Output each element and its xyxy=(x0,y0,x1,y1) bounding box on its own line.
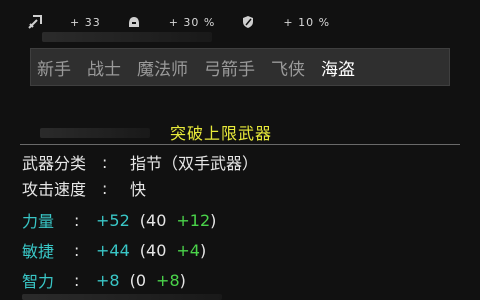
int-base: 0 xyxy=(135,270,147,290)
faded-text xyxy=(40,128,150,138)
attack-speed-label: 攻击速度 xyxy=(22,180,87,199)
int-label: 智力 xyxy=(22,272,55,291)
faded-text xyxy=(42,32,212,42)
str-label: 力量 xyxy=(22,212,55,231)
int-bonus: +8 xyxy=(156,270,180,290)
dex-base: 40 xyxy=(146,240,167,260)
stat-summary-row: + 33 + 30 % + 10 % xyxy=(28,12,356,32)
class-beginner: 新手 xyxy=(37,59,71,80)
attack-stat-value: + 33 xyxy=(70,15,101,29)
str-total: +52 xyxy=(96,210,130,230)
paren-close: ) xyxy=(179,270,186,290)
str-base: 40 xyxy=(146,210,167,230)
weapon-type-label: 武器分类 xyxy=(22,154,87,173)
defense-stat: + 10 % xyxy=(241,15,330,29)
faded-text xyxy=(22,294,222,300)
attack-speed-value: 快 xyxy=(130,180,147,199)
weapon-type-row: 武器分类 : 指节（双手武器） xyxy=(22,150,258,174)
class-thief: 飞侠 xyxy=(271,59,305,80)
defense-stat-value: + 10 % xyxy=(283,15,331,29)
class-warrior: 战士 xyxy=(87,59,121,80)
str-bonus: +12 xyxy=(176,210,211,230)
dex-total: +44 xyxy=(96,240,130,260)
helmet-stat-value: + 30 % xyxy=(168,15,216,29)
colon: : xyxy=(74,210,80,230)
colon: : xyxy=(74,270,80,290)
colon: : xyxy=(102,152,108,172)
class-pirate: 海盗 xyxy=(321,59,355,80)
divider xyxy=(20,144,460,145)
helmet-stat: + 30 % xyxy=(127,15,216,29)
colon: : xyxy=(102,178,108,198)
attack-stat: + 33 xyxy=(28,15,101,29)
paren-close: ) xyxy=(210,210,217,230)
colon: : xyxy=(74,240,80,260)
attack-speed-row: 攻击速度 : 快 xyxy=(22,176,146,200)
int-row: 智力 : +8 ( 0 +8 ) xyxy=(22,268,186,292)
class-archer: 弓箭手 xyxy=(204,59,255,80)
str-row: 力量 : +52 ( 40 +12 ) xyxy=(22,208,216,232)
item-name: 突破上限武器 xyxy=(170,124,273,143)
paren-close: ) xyxy=(199,240,207,260)
int-total: +8 xyxy=(96,270,120,290)
weapon-type-value: 指节（双手武器） xyxy=(130,154,259,173)
class-requirement-bar: 新手 战士 魔法师 弓箭手 飞侠 海盗 xyxy=(30,48,450,86)
item-tooltip: + 33 + 30 % + 10 % 新手 战士 魔法师 弓箭手 飞侠 海盗 突… xyxy=(0,0,480,300)
dex-label: 敏捷 xyxy=(22,242,55,261)
dex-bonus: +4 xyxy=(176,240,200,260)
helmet-icon xyxy=(127,15,141,29)
shield-icon xyxy=(241,15,255,29)
sword-icon xyxy=(28,15,42,29)
dex-row: 敏捷 : +44 ( 40 +4 ) xyxy=(22,238,206,262)
class-magician: 魔法师 xyxy=(137,59,188,80)
